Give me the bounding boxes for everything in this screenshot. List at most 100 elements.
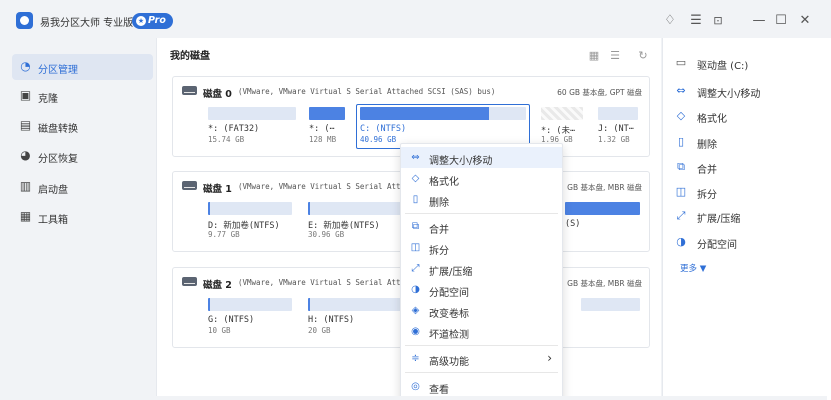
partition-bar xyxy=(598,107,638,120)
window-bottom-edge xyxy=(4,396,827,400)
bell-icon[interactable]: ♢ xyxy=(662,13,678,29)
partition-bar xyxy=(208,107,296,120)
merge-icon: ⧉ xyxy=(677,160,685,173)
app-title: 易我分区大师 专业版 xyxy=(40,18,134,29)
split-icon: ◫ xyxy=(410,242,421,253)
partition-name: J: (NT⋯ xyxy=(598,124,634,134)
partition-bar xyxy=(360,107,526,120)
menu-item-scan[interactable]: ◉ 坏道检测 xyxy=(401,321,562,342)
menu-divider xyxy=(405,213,558,214)
disk-icon xyxy=(182,277,197,286)
partition-size: 15.74 GB xyxy=(208,135,245,144)
disk-icon xyxy=(182,86,197,95)
menu-divider xyxy=(405,372,558,373)
partition-bar xyxy=(565,202,640,215)
extend-icon: ⤢ xyxy=(411,263,420,274)
split-icon: ◫ xyxy=(675,185,687,198)
partition-name: *: (FAT32) xyxy=(208,124,260,134)
disk-description: (VMware, VMware Virtual S Serial Attache… xyxy=(238,182,424,191)
partition-size: 9.77 GB xyxy=(208,230,240,239)
close-icon[interactable]: ✕ xyxy=(797,13,813,29)
page-title: 我的磁盘 xyxy=(170,51,210,62)
disk-description: (VMware, VMware Virtual S Serial Attache… xyxy=(238,87,496,96)
menu-item-extend[interactable]: ⤢ 扩展/压缩 xyxy=(401,258,562,279)
context-menu: ⇔ 调整大小/移动 ◇ 格式化 ▯ 删除 ⧉ 合并 ◫ 拆分 ⤢ 扩展/压缩 ◑… xyxy=(400,143,563,400)
menu-item-format[interactable]: ◇ 格式化 xyxy=(401,168,562,189)
sidebar-item-recovery[interactable]: ◕ 分区恢复 xyxy=(12,143,153,169)
disk-name: 磁盘 0 xyxy=(203,89,232,100)
disk-convert-icon: ▤ xyxy=(19,118,32,132)
minimize-icon[interactable]: — xyxy=(751,13,767,29)
disk-info: GB 基本盘, MBR 磁盘 xyxy=(567,279,642,288)
partition-bar xyxy=(309,107,345,120)
sidebar-item-toolbox[interactable]: ▦ 工具箱 xyxy=(12,204,153,230)
partition-size: 10 GB xyxy=(208,326,231,335)
menu-item-merge[interactable]: ⧉ 合并 xyxy=(401,216,562,237)
chevron-right-icon: › xyxy=(547,351,552,365)
label-icon: ◈ xyxy=(411,305,420,316)
download-icon[interactable]: ⊡ xyxy=(710,13,726,29)
refresh-icon[interactable]: ↻ xyxy=(637,50,649,62)
menu-item-label[interactable]: ◈ 改变卷标 xyxy=(401,300,562,321)
partition-name: *: (⋯ xyxy=(309,124,335,134)
scan-icon: ◉ xyxy=(411,326,420,337)
sidebar-item-boot-disk[interactable]: ▥ 启动盘 xyxy=(12,174,153,200)
disk-info: 60 GB 基本盘, GPT 磁盘 xyxy=(557,88,642,97)
sidebar-item-disk-convert[interactable]: ▤ 磁盘转换 xyxy=(12,113,153,139)
extend-icon: ⤢ xyxy=(676,209,686,222)
view-icon: ◎ xyxy=(411,381,420,392)
boot-disk-icon: ▥ xyxy=(19,179,32,193)
partition-size: 40.96 GB xyxy=(360,135,397,144)
partition-name: G: (NTFS) xyxy=(208,315,255,325)
menu-item-split[interactable]: ◫ 拆分 xyxy=(401,237,562,258)
partition-name: H: (NTFS) xyxy=(308,315,355,325)
menu-item-view[interactable]: ◎ 查看 xyxy=(401,376,562,397)
list-view-icon[interactable]: ☰ xyxy=(609,50,621,62)
menu-item-allocate[interactable]: ◑ 分配空间 xyxy=(401,279,562,300)
action-resize[interactable]: ⇔ 调整大小/移动 xyxy=(675,83,825,101)
action-split[interactable]: ◫ 拆分 xyxy=(675,184,825,202)
format-icon: ◇ xyxy=(411,173,420,184)
sidebar-item-clone[interactable]: ▣ 克隆 xyxy=(12,83,153,109)
operations-panel: ▭ 驱动盘 (C:) ⇔ 调整大小/移动 ◇ 格式化 ▯ 删除 ⧉ 合并 ◫ 拆… xyxy=(662,38,831,400)
action-allocate[interactable]: ◑ 分配空间 xyxy=(675,234,825,252)
advanced-icon: ≑ xyxy=(411,353,420,364)
action-delete[interactable]: ▯ 删除 xyxy=(675,134,825,152)
partition-bar xyxy=(308,202,403,215)
partition-bar xyxy=(208,298,292,311)
action-merge[interactable]: ⧉ 合并 xyxy=(675,159,825,177)
menu-item-advanced[interactable]: ≑ 高级功能 › xyxy=(401,348,562,369)
disk-icon xyxy=(182,181,197,190)
maximize-icon[interactable]: ☐ xyxy=(773,13,789,29)
disk-info: GB 基本盘, MBR 磁盘 xyxy=(567,183,642,192)
star-icon: ★ xyxy=(136,16,146,26)
partition-size: 30.96 GB xyxy=(308,230,345,239)
toolbox-icon: ▦ xyxy=(19,209,32,223)
selected-drive: ▭ 驱动盘 (C:) xyxy=(675,56,749,73)
partition-bar xyxy=(308,298,403,311)
menu-item-resize[interactable]: ⇔ 调整大小/移动 xyxy=(401,147,562,168)
trash-icon: ▯ xyxy=(677,135,685,148)
sidebar: ◔ 分区管理 ▣ 克隆 ▤ 磁盘转换 ◕ 分区恢复 ▥ 启动盘 ▦ 工具箱 xyxy=(0,42,160,400)
grid-view-icon[interactable]: ▦ xyxy=(588,50,600,62)
resize-icon: ⇔ xyxy=(411,152,420,163)
partition-bar xyxy=(581,298,640,311)
more-link[interactable]: 更多 ▼ xyxy=(680,262,706,274)
partition-bar xyxy=(541,107,583,120)
title-bar: 易我分区大师 专业版 ★ Pro ♢ ☰ ⊡ — ☐ ✕ xyxy=(0,0,831,42)
menu-icon[interactable]: ☰ xyxy=(688,13,704,29)
app-logo-icon xyxy=(16,12,33,29)
clone-icon: ▣ xyxy=(19,88,32,102)
action-format[interactable]: ◇ 格式化 xyxy=(675,108,825,126)
pro-badge[interactable]: ★ Pro xyxy=(132,13,173,29)
resize-icon: ⇔ xyxy=(676,84,686,97)
menu-item-delete[interactable]: ▯ 删除 xyxy=(401,189,562,210)
format-icon: ◇ xyxy=(676,109,686,122)
pie-chart-icon: ◔ xyxy=(20,59,31,73)
disk-name: 磁盘 2 xyxy=(203,280,232,291)
action-extend[interactable]: ⤢ 扩展/压缩 xyxy=(675,208,825,226)
sidebar-item-partition-manager[interactable]: ◔ 分区管理 xyxy=(12,54,153,80)
disk-name: 磁盘 1 xyxy=(203,184,232,195)
allocate-icon: ◑ xyxy=(676,235,686,248)
trash-icon: ▯ xyxy=(412,194,419,205)
